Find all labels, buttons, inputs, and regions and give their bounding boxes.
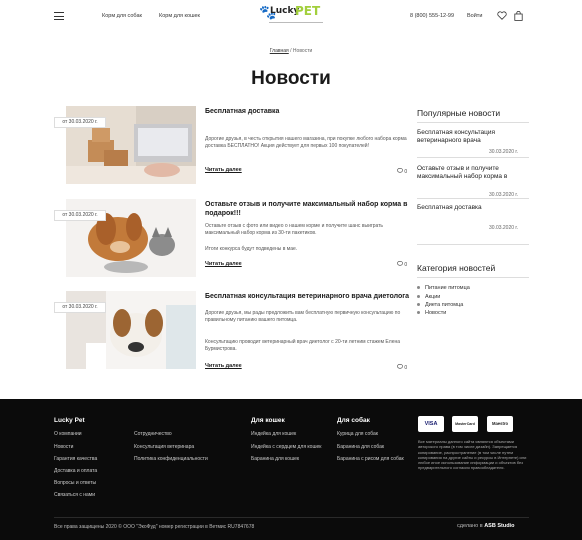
- logo-pet: PET: [295, 4, 321, 18]
- comment-count-value: 0: [404, 365, 408, 371]
- news-card: от 30.03.2020 г. Оставьте отзыв и получи…: [54, 199, 409, 281]
- copyright: Все права защищены 2020 © ООО "ЭкоФуд" н…: [54, 524, 255, 530]
- logo[interactable]: 🐾 Lucky PET: [259, 4, 323, 28]
- breadcrumb-home[interactable]: Главная: [270, 48, 289, 54]
- footer-link[interactable]: Вопросы и ответы: [54, 480, 96, 486]
- nav-cat-food[interactable]: Корм для кошек: [159, 13, 200, 19]
- footer-link[interactable]: Баранина для кошек: [251, 456, 299, 462]
- site-footer: Lucky Pet О компании Новости Гарантия ка…: [0, 399, 582, 540]
- popular-news-title[interactable]: Оставьте отзыв и получите максимальный н…: [417, 165, 529, 181]
- category-item[interactable]: Новости: [417, 310, 446, 316]
- popular-news-date: 30.03.2020 г.: [489, 225, 519, 231]
- news-date: от 30.03.2020 г.: [54, 302, 106, 313]
- read-more-link[interactable]: Читать далее: [205, 167, 242, 173]
- site-header: Корм для собак Корм для кошек 🐾 Lucky PE…: [0, 0, 582, 36]
- news-title[interactable]: Бесплатная консультация ветеринарного вр…: [205, 293, 410, 302]
- divider: [417, 198, 529, 199]
- footer-link[interactable]: Индейка с сердцем для кошек: [251, 444, 321, 450]
- news-title[interactable]: Оставьте отзыв и получите максимальный н…: [205, 201, 410, 218]
- divider: [417, 244, 529, 245]
- comment-count-value: 0: [404, 262, 408, 268]
- login-link[interactable]: Войти: [467, 13, 482, 19]
- breadcrumb-current: Новости: [292, 48, 313, 54]
- popular-news-title[interactable]: Бесплатная консультация ветеринарного вр…: [417, 129, 529, 145]
- page-title: Новости: [251, 68, 331, 89]
- footer-divider: [54, 517, 529, 518]
- footer-link[interactable]: Сотрудничество: [134, 431, 172, 437]
- divider: [417, 157, 529, 158]
- footer-link[interactable]: Баранина с рисом для собак: [337, 456, 404, 462]
- popular-news-date: 30.03.2020 г.: [489, 149, 519, 155]
- made-by-prefix: сделано в: [457, 523, 483, 529]
- footer-link[interactable]: О компании: [54, 431, 82, 437]
- footer-link[interactable]: Новости: [54, 444, 73, 450]
- footer-link[interactable]: Гарантия качества: [54, 456, 97, 462]
- comment-icon: [397, 363, 403, 369]
- footer-brand-heading: Lucky Pet: [54, 417, 85, 424]
- news-text: Итоги конкурса будут подведены в мае.: [205, 246, 298, 252]
- comment-icon: [397, 260, 403, 266]
- news-text: Оставьте отзыв с фото или видео о нашем …: [205, 223, 384, 236]
- comment-icon: [397, 167, 403, 173]
- studio-name: ASB Studio: [484, 523, 515, 529]
- category-item[interactable]: Диета питомца: [417, 302, 463, 308]
- category-item[interactable]: Питание питомца: [417, 285, 470, 291]
- comment-count-value: 0: [404, 169, 408, 175]
- news-text: Дорогие друзья, мы рады предложить вам б…: [205, 310, 401, 323]
- footer-dogs-heading: Для собак: [337, 417, 370, 424]
- footer-link[interactable]: Консультация ветеринара: [134, 444, 194, 450]
- footer-link[interactable]: Доставка и оплата: [54, 468, 97, 474]
- comment-count: 0: [397, 260, 408, 268]
- news-date: от 30.03.2020 г.: [54, 210, 106, 221]
- footer-link[interactable]: Баранина для собак: [337, 444, 384, 450]
- made-by[interactable]: сделано в ASB Studio: [457, 523, 514, 529]
- heart-icon[interactable]: [497, 11, 507, 22]
- news-date: от 30.03.2020 г.: [54, 117, 106, 128]
- news-title[interactable]: Бесплатная доставка: [205, 108, 410, 117]
- news-card: от 30.03.2020 г. Бесплатная консультация…: [54, 291, 409, 373]
- news-card: от 30.03.2020 г. Бесплатная доставка Дор…: [54, 106, 409, 188]
- footer-cats-heading: Для кошек: [251, 417, 285, 424]
- news-text: Консультацию проводит ветеринарный врач …: [205, 339, 401, 352]
- comment-count: 0: [397, 363, 408, 371]
- popular-news-title[interactable]: Бесплатная доставка: [417, 204, 529, 212]
- news-text: Дорогие друзья, в честь открытия нашего …: [205, 136, 407, 149]
- mastercard-icon: MasterCard: [452, 416, 478, 432]
- menu-icon[interactable]: [54, 12, 64, 20]
- breadcrumb: Главная / Новости: [0, 48, 582, 54]
- category-heading: Категория новостей: [417, 263, 496, 273]
- legal-note: Все материалы данного сайта являются объ…: [418, 439, 527, 471]
- popular-news-heading: Популярные новости: [417, 108, 501, 118]
- divider: [417, 122, 529, 123]
- footer-link[interactable]: Связаться с нами: [54, 492, 95, 498]
- nav-dog-food[interactable]: Корм для собак: [102, 13, 142, 19]
- read-more-link[interactable]: Читать далее: [205, 363, 242, 369]
- footer-link[interactable]: Курица для собак: [337, 431, 378, 437]
- read-more-link[interactable]: Читать далее: [205, 261, 242, 267]
- visa-icon: VISA: [418, 416, 444, 432]
- category-item[interactable]: Акции: [417, 294, 440, 300]
- phone-link[interactable]: 8 (800) 555-12-99: [410, 13, 454, 19]
- maestro-icon: Maestro: [487, 416, 513, 432]
- footer-link[interactable]: Политика конфиденциальности: [134, 456, 208, 462]
- bag-icon[interactable]: [514, 10, 523, 23]
- logo-tagline: [269, 22, 323, 23]
- footer-link[interactable]: Индейка для кошек: [251, 431, 296, 437]
- divider: [417, 277, 529, 278]
- comment-count: 0: [397, 167, 408, 175]
